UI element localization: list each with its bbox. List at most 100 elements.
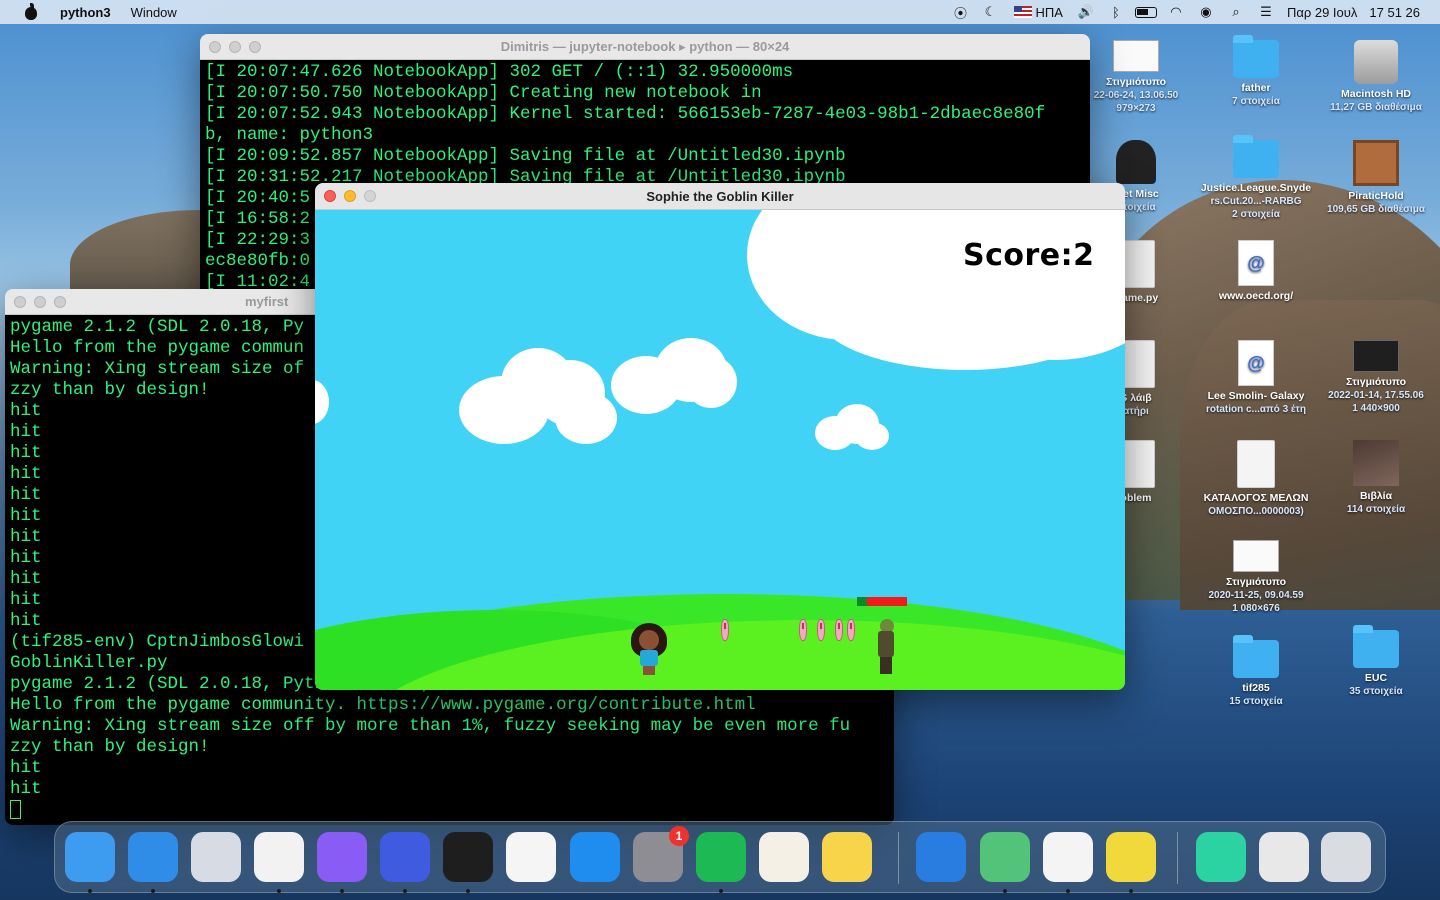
close-button[interactable] (324, 190, 336, 202)
desktop-icon[interactable]: ΚΑΤΑΛΟΓΟΣ ΜΕΛΩΝ ΟΜΟΣΠΟ...0000003) (1196, 440, 1316, 518)
minimize-button[interactable] (344, 190, 356, 202)
terminal-icon[interactable] (443, 832, 493, 882)
cloud (315, 380, 329, 424)
textedit-icon[interactable] (1043, 832, 1093, 882)
running-indicator (151, 889, 155, 893)
desktop-icon-detail: 2022-01-14, 17.55.06 (1328, 390, 1424, 401)
desktop-icon-detail: 35 στοιχεία (1349, 686, 1403, 697)
desktop-icon-detail: rs.Cut.20...-RARBG (1210, 196, 1302, 207)
desktop-icon-label: tif285 (1242, 682, 1270, 694)
close-button[interactable] (14, 295, 26, 308)
close-button[interactable] (209, 40, 221, 53)
spotify-icon[interactable] (696, 832, 746, 882)
bluetooth-icon[interactable]: ᛒ (1101, 0, 1131, 24)
running-indicator (719, 889, 723, 893)
trash-icon[interactable] (1321, 832, 1371, 882)
desktop-icon[interactable]: tif285 15 στοιχεία (1196, 635, 1316, 708)
zoom-button[interactable] (364, 190, 376, 202)
goblin-enemy-sprite (875, 619, 897, 674)
desktop-icon[interactable]: EUC 35 στοιχεία (1316, 625, 1436, 698)
running-indicator (1003, 889, 1007, 893)
document-icon (1237, 440, 1275, 488)
desktop-icon[interactable]: PiraticHold 109,65 GB διαθέσιμα (1316, 140, 1436, 216)
zoom-button[interactable] (54, 295, 66, 308)
menu-bar: python3 Window ⦿ ☾ ΗΠΑ 🔊 ᛒ ◠ ◉ ⌕ ☰ Παρ 2… (0, 0, 1440, 24)
battery-icon[interactable] (1131, 0, 1161, 24)
menubar-time[interactable]: 17 51 26 (1363, 5, 1426, 20)
volume-icon[interactable]: 🔊 (1071, 0, 1101, 24)
do-not-disturb-icon[interactable]: ☾ (976, 0, 1006, 24)
teamviewer-icon[interactable] (916, 832, 966, 882)
wifi-icon[interactable]: ◠ (1161, 0, 1191, 24)
user-icon[interactable]: ◉ (1191, 0, 1221, 24)
pencil-app-icon[interactable] (380, 832, 430, 882)
photo-folder-icon (1353, 440, 1399, 486)
folder-icon (1233, 135, 1279, 178)
desktop-icon-detail: ΟΜΟΣΠΟ...0000003) (1208, 506, 1304, 517)
desktop-icon-detail: 22-06-24, 13.06.50 (1093, 90, 1179, 101)
flipflop-projectile (721, 619, 729, 641)
pygame-window[interactable]: Sophie the Goblin Killer Score:2 (315, 183, 1125, 690)
dock-separator (898, 832, 899, 884)
system-preferences-icon[interactable]: 1 (633, 826, 689, 882)
desktop-icon[interactable]: Βιβλία 114 στοιχεία (1316, 440, 1436, 516)
desktop-icon[interactable]: Macintosh HD 11,27 GB διαθέσιμα (1316, 40, 1436, 114)
control-center-icon[interactable]: ☰ (1251, 0, 1281, 24)
cloud (855, 422, 889, 450)
game-titlebar[interactable]: Sophie the Goblin Killer (315, 183, 1125, 210)
screenshot-icon (1233, 540, 1279, 572)
finder-icon[interactable] (65, 832, 115, 882)
us-flag-icon (1013, 6, 1032, 18)
desktop-icon-detail: 11,27 GB διαθέσιμα (1330, 102, 1422, 113)
apple-menu-icon[interactable] (22, 3, 40, 21)
desktop-icon-label: Lee Smolin- Galaxy (1207, 390, 1305, 402)
menubar-date[interactable]: Παρ 29 Ιουλ (1281, 5, 1363, 20)
safari-icon[interactable] (128, 832, 178, 882)
screen-record-icon[interactable]: ⦿ (946, 0, 976, 24)
sophie-player-sprite (631, 623, 667, 675)
launchpad-icon[interactable] (191, 832, 241, 882)
desktop-icon-label: ΚΑΤΑΛΟΓΟΣ ΜΕΛΩΝ (1203, 492, 1309, 504)
photos-icon[interactable] (506, 832, 556, 882)
atom-icon[interactable] (980, 832, 1030, 882)
desktop-icon-label: Στιγμιότυπο (1226, 576, 1286, 588)
terminal-titlebar[interactable]: Dimitris — jupyter-notebook ▸ python — 8… (200, 34, 1090, 60)
screenshot-stack-icon[interactable] (1196, 832, 1246, 882)
desktop-icon-detail: 2 στοιχεία (1232, 209, 1280, 220)
messenger-icon[interactable] (317, 832, 367, 882)
app-menu[interactable]: python3 (60, 5, 111, 20)
zoom-button[interactable] (249, 40, 261, 53)
downloads-stack-icon[interactable] (1259, 832, 1309, 882)
input-source[interactable]: ΗΠΑ (1006, 0, 1071, 24)
desktop-icon-detail: 114 στοιχεία (1346, 504, 1406, 515)
http-icon: @ (1238, 340, 1274, 386)
running-indicator (1129, 889, 1133, 893)
status-area: ⦿ ☾ ΗΠΑ 🔊 ᛒ ◠ ◉ ⌕ ☰ Παρ 29 Ιουλ 17 51 26 (946, 0, 1440, 24)
desktop-icon[interactable]: Στιγμιότυπο 22-06-24, 13.06.50 979×273 (1076, 40, 1196, 115)
python-launcher-icon[interactable] (1106, 832, 1156, 882)
desktop-icon[interactable]: @ Lee Smolin- Galaxy rotation c...από 3 έτ… (1196, 340, 1316, 416)
running-indicator (340, 889, 344, 893)
dock: 1 (54, 821, 1386, 893)
terminal-line: [I 20:07:52.943 NotebookApp] Kernel star… (205, 104, 1046, 124)
popcorn-time-icon[interactable] (759, 832, 809, 882)
app-store-icon[interactable] (570, 832, 620, 882)
desktop-icon[interactable]: Justice.League.Snyde rs.Cut.20...-RARBG 2 … (1196, 135, 1316, 221)
folder-icon (1233, 35, 1279, 78)
desktop-icon-label: Justice.League.Snyde (1200, 182, 1312, 194)
desktop-icon[interactable]: father 7 στοιχεία (1196, 35, 1316, 108)
game-canvas[interactable]: Score:2 (315, 210, 1125, 690)
chrome-icon[interactable] (254, 832, 304, 882)
spotlight-search-icon[interactable]: ⌕ (1221, 0, 1251, 24)
desktop-icon[interactable]: @ www.oecd.org/ (1196, 240, 1316, 303)
minimize-button[interactable] (34, 295, 46, 308)
minimize-button[interactable] (229, 40, 241, 53)
terminal-cursor (10, 800, 21, 819)
spy-icon (1116, 140, 1156, 184)
score-label: Score:2 (963, 238, 1095, 273)
game-title: Sophie the Goblin Killer (646, 188, 794, 204)
menu-window[interactable]: Window (131, 5, 177, 20)
desktop-icon[interactable]: Στιγμιότυπο 2020-11-25, 09.04.59 1 080×676 (1196, 540, 1316, 615)
desktop-icon[interactable]: Στιγμιότυπο 2022-01-14, 17.55.06 1 440×900 (1316, 340, 1436, 415)
notes-icon[interactable] (822, 832, 872, 882)
